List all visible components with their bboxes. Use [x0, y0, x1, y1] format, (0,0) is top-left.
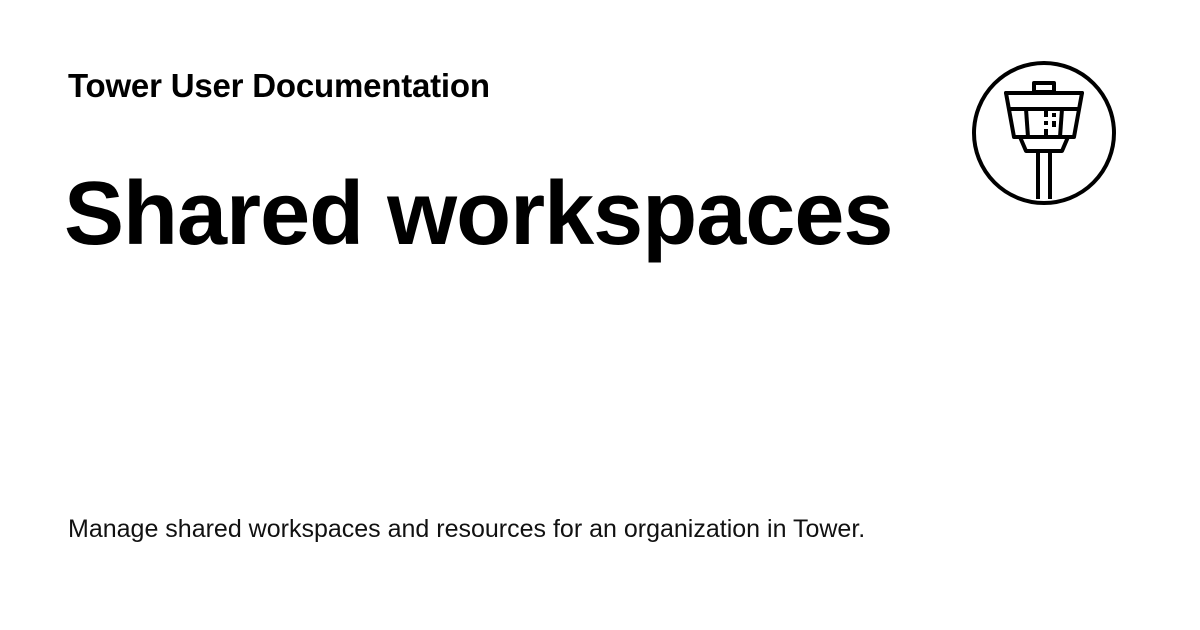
social-card: Tower User Documentation Shared workspac…	[0, 0, 1200, 630]
site-name: Tower User Documentation	[68, 67, 490, 104]
page-title: Shared workspaces	[64, 164, 893, 264]
page-description: Manage shared workspaces and resources f…	[68, 515, 866, 543]
control-tower-icon	[970, 59, 1118, 207]
